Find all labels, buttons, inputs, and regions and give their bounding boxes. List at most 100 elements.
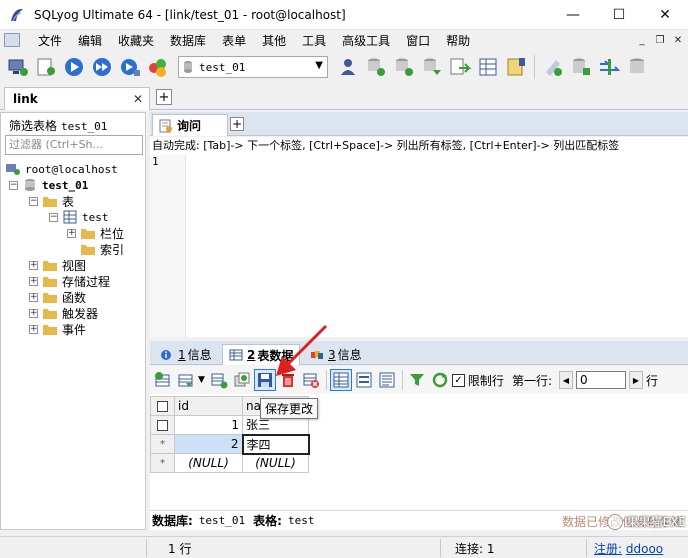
more-tools-button[interactable] (623, 53, 651, 81)
expand-icon[interactable]: + (67, 228, 76, 238)
table-row[interactable]: * (NULL) (NULL) (150, 453, 309, 473)
sync-button[interactable] (539, 53, 567, 81)
refresh-button[interactable] (429, 369, 451, 391)
close-icon[interactable]: ✕ (133, 92, 143, 106)
status-registration: 注册: ddooo (594, 540, 663, 557)
menu-bar: 文件 编辑 收藏夹 数据库 表单 其他 工具 高级工具 窗口 帮助 _ ❐ ✕ (0, 30, 688, 50)
expand-icon[interactable]: + (29, 260, 38, 270)
refresh-row-button[interactable] (231, 369, 253, 391)
row-checkbox[interactable] (157, 420, 168, 431)
minimize-button[interactable]: — (550, 0, 596, 30)
cell-name[interactable]: (NULL) (242, 453, 309, 473)
collapse-icon[interactable]: − (49, 212, 58, 222)
collapse-icon[interactable]: − (29, 196, 38, 206)
backup-button[interactable] (362, 53, 390, 81)
mdi-restore-button[interactable]: ❐ (652, 32, 668, 48)
mdi-close-button[interactable]: ✕ (670, 32, 686, 48)
maximize-button[interactable]: ☐ (596, 0, 642, 30)
limit-rows-checkbox[interactable]: ✓ (451, 373, 465, 387)
filter-input[interactable]: 过滤器 (Ctrl+Sh... (5, 135, 143, 155)
mdi-minimize-button[interactable]: _ (634, 32, 650, 48)
schema-button[interactable] (502, 53, 530, 81)
menu-tools[interactable]: 工具 (294, 32, 334, 49)
table-grid-button[interactable] (474, 53, 502, 81)
query-editor[interactable]: 1 (150, 155, 688, 337)
sqlyog-logo-icon (11, 8, 23, 21)
import-rows-button[interactable] (175, 369, 197, 391)
expand-icon[interactable]: + (29, 292, 38, 302)
menu-advanced-tools[interactable]: 高级工具 (334, 32, 398, 49)
stop-button[interactable] (144, 53, 172, 81)
row-new-marker[interactable]: * (150, 453, 175, 473)
execute-all-button[interactable] (88, 53, 116, 81)
select-all-checkbox[interactable] (157, 401, 168, 412)
menu-window[interactable]: 窗口 (398, 32, 438, 49)
menu-help[interactable]: 帮助 (438, 32, 478, 49)
tree-tables-folder[interactable]: − 表 (29, 193, 74, 209)
register-user[interactable]: ddooo (626, 542, 663, 556)
row-selector[interactable] (150, 415, 175, 435)
next-page-button[interactable]: ▶ (628, 371, 643, 389)
tree-procedures-folder[interactable]: + 存储过程 (29, 273, 110, 289)
menu-file[interactable]: 文件 (30, 32, 70, 49)
expand-icon[interactable]: + (29, 308, 38, 318)
document-icon[interactable] (4, 33, 20, 47)
tree-indexes-folder[interactable]: 索引 (80, 241, 124, 257)
add-query-tab-button[interactable]: + (230, 117, 244, 131)
expand-icon[interactable]: + (29, 324, 38, 334)
tree-connection[interactable]: root@localhost (5, 161, 118, 177)
menu-other[interactable]: 其他 (254, 32, 294, 49)
copy-row-icon (211, 373, 228, 389)
execute-edit-button[interactable] (116, 53, 144, 81)
database-select[interactable]: test_01 ▼ (178, 56, 328, 78)
connection-tab-strip: link ✕ + (0, 86, 688, 110)
query-icon (37, 58, 55, 76)
import-button[interactable] (446, 53, 474, 81)
menu-database[interactable]: 数据库 (162, 32, 214, 49)
menu-table[interactable]: 表单 (214, 32, 254, 49)
close-button[interactable]: ✕ (642, 0, 688, 30)
cell-id[interactable]: 2 (174, 434, 243, 454)
table-row[interactable]: * 2 李四 (150, 433, 310, 455)
text-view-button[interactable] (376, 369, 398, 391)
dropdown-arrow-icon[interactable]: ▼ (198, 375, 205, 385)
insert-row-button[interactable] (152, 369, 174, 391)
tree-triggers-folder[interactable]: + 触发器 (29, 305, 98, 321)
tree-database[interactable]: − test_01 (9, 177, 88, 193)
tree-views-folder[interactable]: + 视图 (29, 257, 86, 273)
new-connection-button[interactable] (4, 53, 32, 81)
add-connection-tab-button[interactable]: + (156, 89, 172, 105)
column-header-id[interactable]: id (174, 396, 243, 416)
new-query-button[interactable] (32, 53, 60, 81)
expand-icon[interactable]: + (29, 276, 38, 286)
connection-tab-link[interactable]: link ✕ (4, 87, 150, 110)
tree-columns-folder[interactable]: + 栏位 (67, 225, 124, 241)
duplicate-row-button[interactable] (208, 369, 230, 391)
register-label[interactable]: 注册: (594, 542, 622, 556)
select-all-cell[interactable] (150, 396, 175, 416)
restore-button[interactable] (390, 53, 418, 81)
copy-database-button[interactable] (418, 53, 446, 81)
user-manager-button[interactable] (334, 53, 362, 81)
tree-events-folder[interactable]: + 事件 (29, 321, 86, 337)
schema-sync-button[interactable] (567, 53, 595, 81)
cell-id[interactable]: (NULL) (174, 453, 243, 473)
tab-info-1-num: 1 (178, 347, 186, 362)
menu-favorites[interactable]: 收藏夹 (110, 32, 162, 49)
compare-button[interactable] (595, 53, 623, 81)
database-sync-icon (573, 58, 590, 75)
tree-functions-folder[interactable]: + 函数 (29, 289, 86, 305)
menu-edit[interactable]: 编辑 (70, 32, 110, 49)
cell-name-editing[interactable]: 李四 (241, 433, 310, 455)
form-view-button[interactable] (353, 369, 375, 391)
cell-id[interactable]: 1 (174, 415, 243, 435)
query-tab[interactable]: 询问 (152, 114, 228, 136)
previous-page-button[interactable]: ◀ (558, 371, 573, 389)
tree-table-test[interactable]: − test (49, 209, 109, 225)
first-row-input[interactable]: 0 (575, 371, 626, 389)
filter-button[interactable] (406, 369, 428, 391)
execute-query-button[interactable] (60, 53, 88, 81)
tab-info-1[interactable]: 1 信息 (154, 344, 218, 365)
row-modified-marker[interactable]: * (150, 434, 175, 454)
collapse-icon[interactable]: − (9, 180, 18, 190)
